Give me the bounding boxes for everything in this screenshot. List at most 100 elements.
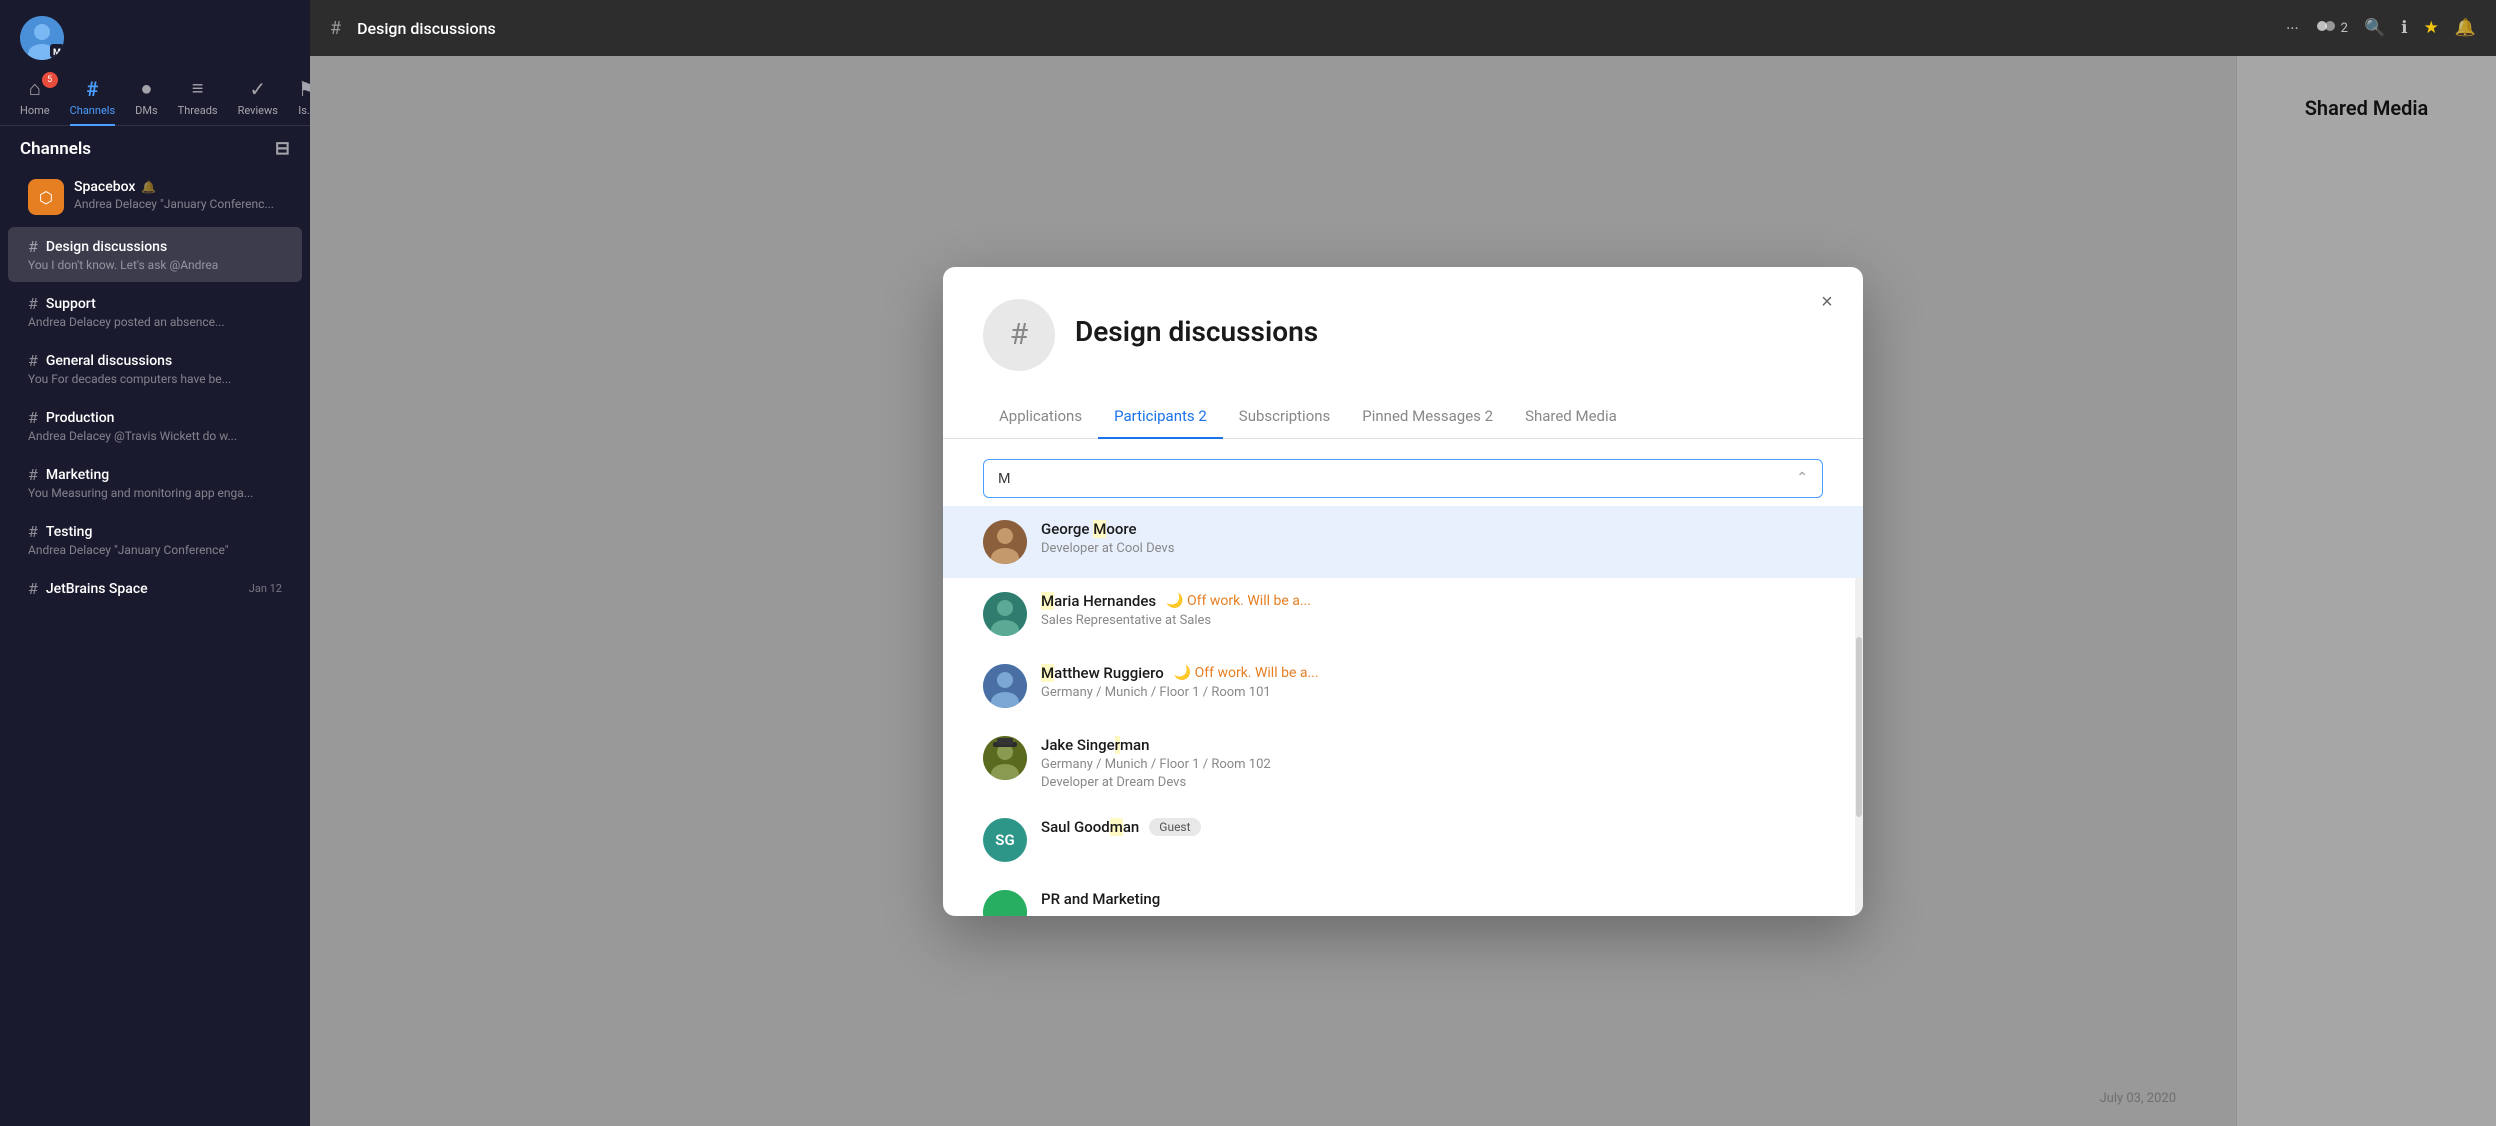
participant-george-moore[interactable]: George Moore Developer at Cool Devs: [943, 506, 1863, 578]
search-icon-topbar[interactable]: 🔍: [2364, 18, 2385, 38]
avatar-matthew-ruggiero: [983, 664, 1027, 708]
hash-icon-topbar: #: [330, 18, 341, 39]
george-moore-name: George Moore: [1041, 520, 1137, 538]
nav-icons: ⌂ Home 5 # Channels ● DMs ≡ Threads ✓ Re…: [0, 68, 310, 126]
scrollbar-track: [1855, 577, 1863, 916]
tab-shared-media[interactable]: Shared Media: [1509, 395, 1633, 439]
participants-list: George Moore Developer at Cool Devs: [943, 506, 1863, 916]
modal-overlay: # Design discussions × Applications Part…: [310, 56, 2496, 1126]
more-options-icon[interactable]: ···: [2286, 19, 2299, 38]
jake-singerman-subtitle2: Developer at Dream Devs: [1041, 775, 1823, 790]
avatar-maria-hernandes: [983, 592, 1027, 636]
channel-list: ⬡ Spacebox 🔔 Andrea Delacey "January Con…: [0, 167, 310, 1126]
content-area: Shared Media July 03, 2020 # Design disc…: [310, 56, 2496, 1126]
matthew-ruggiero-subtitle: Germany / Munich / Floor 1 / Room 101: [1041, 685, 1823, 700]
matthew-ruggiero-info: Matthew Ruggiero 🌙 Off work. Will be a..…: [1041, 664, 1823, 700]
george-moore-subtitle: Developer at Cool Devs: [1041, 541, 1823, 556]
hash-icon: #: [28, 237, 38, 256]
george-moore-name-row: George Moore: [1041, 520, 1823, 538]
channel-name: JetBrains Space: [46, 581, 148, 597]
avatar-george-moore: [983, 520, 1027, 564]
nav-threads[interactable]: ≡ Threads: [178, 76, 218, 117]
star-icon[interactable]: ★: [2424, 18, 2439, 38]
nav-reviews[interactable]: ✓ Reviews: [238, 77, 278, 117]
channels-label: Channels: [20, 139, 91, 159]
hash-icon: #: [28, 465, 38, 484]
saul-goodman-name-row: Saul Goodman Guest: [1041, 818, 1823, 836]
spacebox-bell: 🔔: [141, 180, 156, 194]
channel-date: Jan 12: [249, 582, 282, 595]
channel-testing[interactable]: # Testing Andrea Delacey "January Confer…: [8, 512, 302, 567]
channel-spacebox[interactable]: ⬡ Spacebox 🔔 Andrea Delacey "January Con…: [8, 169, 302, 225]
avatar-pr-marketing: [983, 890, 1027, 916]
tab-participants[interactable]: Participants 2: [1098, 395, 1223, 439]
channel-marketing[interactable]: # Marketing You Measuring and monitoring…: [8, 455, 302, 510]
nav-dms-label: DMs: [135, 104, 158, 117]
sidebar-header: M: [0, 0, 310, 68]
nav-channels[interactable]: # Channels: [70, 77, 116, 117]
participant-maria-hernandes[interactable]: Maria Hernandes 🌙 Off work. Will be a...…: [943, 578, 1863, 650]
search-area: ⌃: [943, 439, 1863, 498]
channel-modal: # Design discussions × Applications Part…: [943, 267, 1863, 916]
spacebox-name: Spacebox: [74, 179, 135, 195]
tab-pinned-messages[interactable]: Pinned Messages 2: [1346, 395, 1509, 439]
channel-production[interactable]: # Production Andrea Delacey @Travis Wick…: [8, 398, 302, 453]
bell-icon[interactable]: 🔔: [2455, 18, 2476, 38]
spacebox-preview: Andrea Delacey "January Conferenc...: [74, 197, 274, 211]
nav-dms[interactable]: ● DMs: [135, 76, 158, 117]
channel-design-discussions[interactable]: # Design discussions You I don't know. L…: [8, 227, 302, 282]
tab-subscriptions[interactable]: Subscriptions: [1223, 395, 1346, 439]
topbar-icons: ··· 2 🔍 ℹ ★ 🔔: [2286, 18, 2476, 38]
saul-goodman-info: Saul Goodman Guest: [1041, 818, 1823, 836]
participant-saul-goodman[interactable]: SG Saul Goodman Guest: [943, 804, 1863, 876]
participant-jake-singerman[interactable]: Jake Singerman Germany / Munich / Floor …: [943, 722, 1863, 804]
maria-status: 🌙 Off work. Will be a...: [1166, 593, 1311, 609]
channel-name: Design discussions: [46, 239, 167, 255]
nav-home[interactable]: ⌂ Home 5: [20, 76, 50, 117]
channel-preview: You I don't know. Let's ask @Andrea: [28, 258, 268, 272]
highlight-m: M: [1041, 592, 1054, 610]
saul-goodman-name: Saul Goodman: [1041, 818, 1139, 836]
scrollbar-thumb[interactable]: [1856, 637, 1862, 817]
channel-preview: Andrea Delacey posted an absence...: [28, 315, 268, 329]
nav-reviews-label: Reviews: [238, 104, 278, 117]
filter-icon[interactable]: ⊟: [275, 138, 290, 159]
participant-matthew-ruggiero[interactable]: Matthew Ruggiero 🌙 Off work. Will be a..…: [943, 650, 1863, 722]
info-icon[interactable]: ℹ: [2401, 18, 2407, 38]
tab-applications[interactable]: Applications: [983, 395, 1098, 439]
spacebox-icon: ⬡: [28, 179, 64, 215]
channel-preview: Andrea Delacey "January Conference": [28, 543, 268, 557]
modal-tabs: Applications Participants 2 Subscription…: [943, 395, 1863, 439]
channel-preview: Andrea Delacey @Travis Wickett do w...: [28, 429, 268, 443]
pr-marketing-name: PR and Marketing: [1041, 890, 1160, 908]
george-moore-info: George Moore Developer at Cool Devs: [1041, 520, 1823, 556]
highlight-r: r: [1115, 736, 1120, 754]
notification-badge: 5: [42, 72, 58, 88]
jake-singerman-info: Jake Singerman Germany / Munich / Floor …: [1041, 736, 1823, 790]
dms-icon: ●: [140, 76, 152, 101]
close-button[interactable]: ×: [1811, 287, 1843, 319]
participant-pr-marketing[interactable]: PR and Marketing: [943, 876, 1863, 916]
user-avatar[interactable]: M: [20, 16, 64, 60]
jake-singerman-subtitle1: Germany / Munich / Floor 1 / Room 102: [1041, 757, 1823, 772]
jake-singerman-name: Jake Singerman: [1041, 736, 1149, 754]
modal-channel-icon: #: [983, 299, 1055, 371]
participants-icon[interactable]: 2: [2315, 20, 2348, 36]
channel-preview: You Measuring and monitoring app enga...: [28, 486, 268, 500]
channels-icon: #: [86, 77, 98, 101]
avatar-saul-goodman: SG: [983, 818, 1027, 862]
top-bar: # Design discussions ··· 2 🔍 ℹ ★ 🔔: [310, 0, 2496, 56]
reviews-icon: ✓: [249, 77, 266, 101]
topbar-title: Design discussions: [357, 19, 496, 38]
channel-name: Marketing: [46, 467, 109, 483]
matthew-ruggiero-name: Matthew Ruggiero: [1041, 664, 1164, 682]
search-input[interactable]: [998, 470, 1796, 487]
maria-hernandes-name-row: Maria Hernandes 🌙 Off work. Will be a...: [1041, 592, 1823, 610]
matthew-status: 🌙 Off work. Will be a...: [1174, 665, 1319, 681]
channel-general[interactable]: # General discussions You For decades co…: [8, 341, 302, 396]
channel-support[interactable]: # Support Andrea Delacey posted an absen…: [8, 284, 302, 339]
nav-channels-label: Channels: [70, 104, 116, 117]
highlight-m: M: [1093, 520, 1106, 538]
channel-jetbrains[interactable]: # JetBrains Space Jan 12: [8, 569, 302, 608]
modal-header: # Design discussions ×: [943, 267, 1863, 371]
